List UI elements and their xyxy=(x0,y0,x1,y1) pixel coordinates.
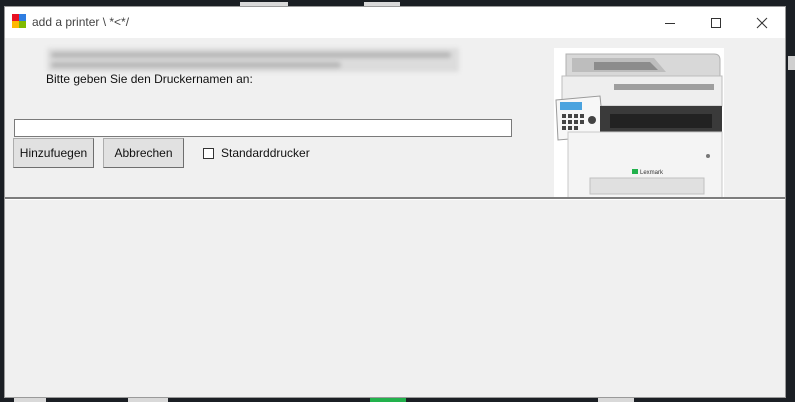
desktop-fragment xyxy=(128,398,168,402)
screen-icon xyxy=(560,102,582,110)
default-printer-checkbox[interactable] xyxy=(203,147,214,159)
brand-logo-text: Lexmark xyxy=(640,170,664,176)
printer-name-input[interactable] xyxy=(14,119,512,137)
desktop-fragment xyxy=(598,398,634,402)
blurred-description xyxy=(47,48,459,72)
close-button[interactable] xyxy=(739,7,785,38)
default-printer-option[interactable]: Standarddrucker xyxy=(203,146,310,160)
maximize-icon xyxy=(711,17,721,28)
app-icon xyxy=(12,14,26,28)
minimize-button[interactable] xyxy=(647,7,693,38)
default-printer-label: Standarddrucker xyxy=(221,146,310,160)
printer-image: Lexmark xyxy=(554,48,724,198)
maximize-button[interactable] xyxy=(693,7,739,38)
window-title: add a printer \ *<*/ xyxy=(32,15,130,29)
cancel-button[interactable]: Abbrechen xyxy=(103,138,184,168)
desktop-edge xyxy=(788,56,795,70)
title-bar[interactable]: add a printer \ *<*/ xyxy=(5,7,785,38)
lower-panel xyxy=(5,200,785,397)
close-icon xyxy=(756,17,768,28)
minimize-icon xyxy=(665,22,675,24)
printer-name-prompt: Bitte geben Sie den Druckernamen an: xyxy=(46,72,253,86)
desktop-fragment xyxy=(14,398,46,402)
desktop-fragment-green xyxy=(370,398,406,402)
add-printer-window: add a printer \ *<*/ Bitte geben Sie den… xyxy=(4,6,786,398)
add-button[interactable]: Hinzufuegen xyxy=(13,138,94,168)
